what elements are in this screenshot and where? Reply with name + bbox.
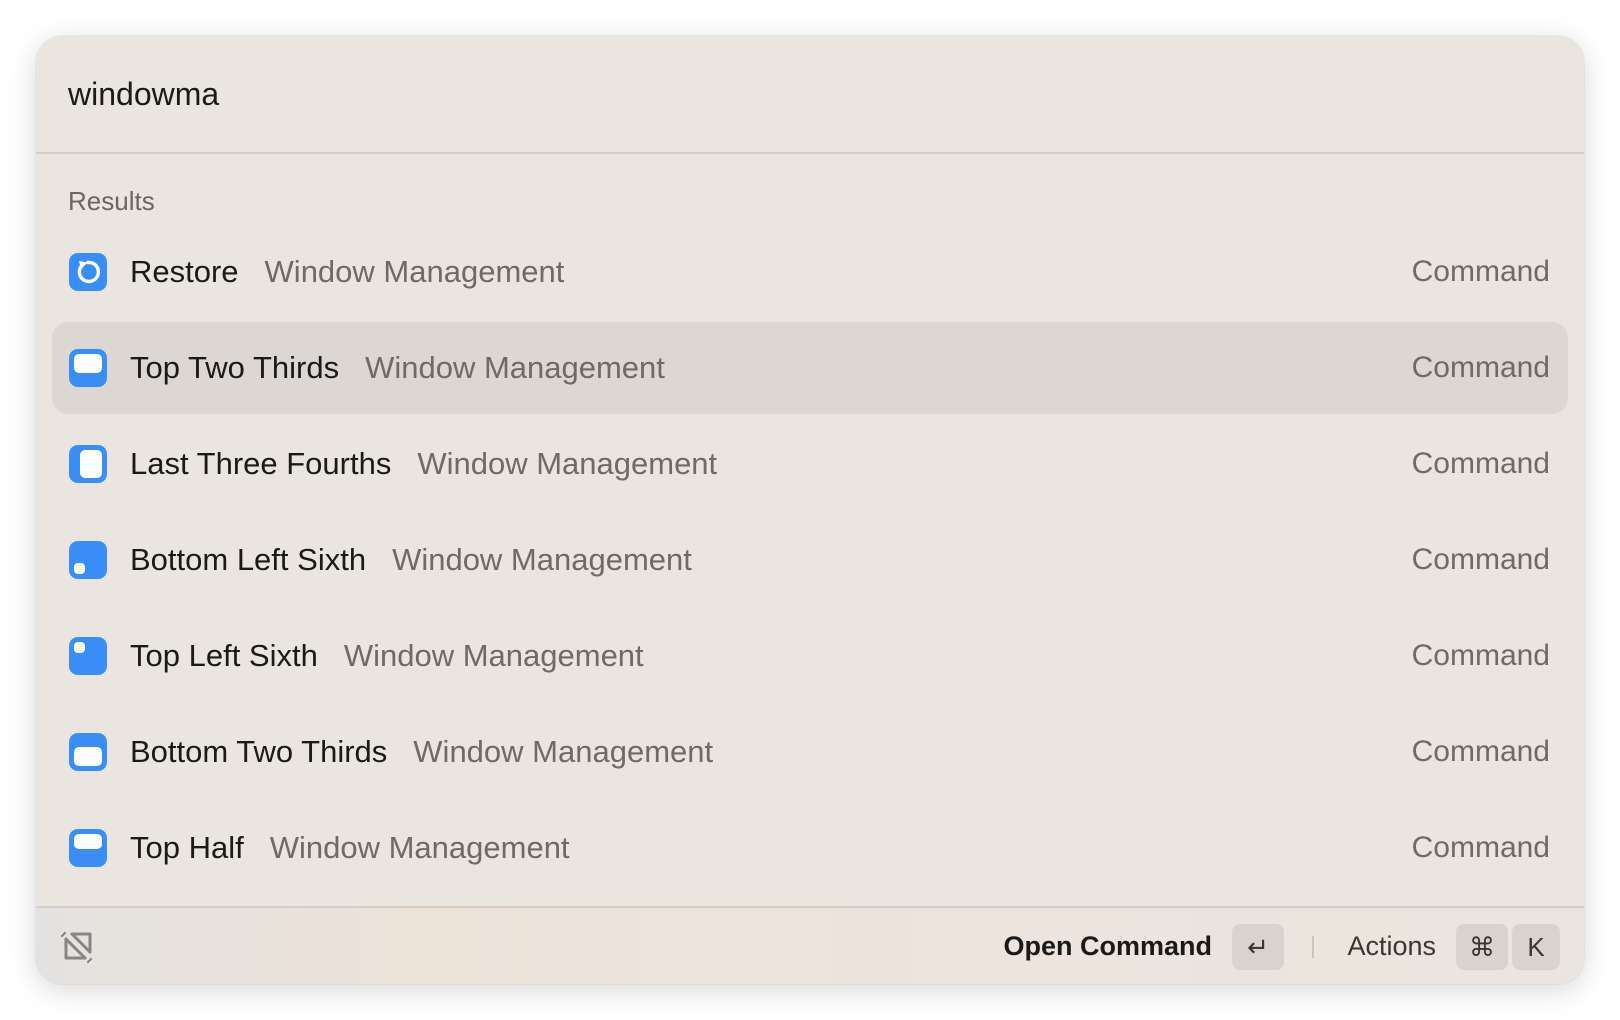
footer-divider xyxy=(1312,936,1314,958)
row-text: Top Half Window Management xyxy=(130,802,570,894)
top-half-icon xyxy=(69,829,107,867)
footer-bar: Open Command ↵ Actions ⌘ K xyxy=(36,906,1584,984)
result-title: Top Two Thirds xyxy=(130,350,340,385)
result-type: Command xyxy=(1411,351,1550,384)
row-text: Restore Window Management xyxy=(130,226,564,318)
result-row-bottom-two-thirds[interactable]: Bottom Two Thirds Window Management Comm… xyxy=(52,706,1568,798)
row-text: Last Three Fourths Window Management xyxy=(130,418,717,510)
result-type: Command xyxy=(1411,735,1550,768)
result-subtitle: Window Management xyxy=(269,830,570,865)
result-subtitle: Window Management xyxy=(365,350,665,385)
result-row-last-three-fourths[interactable]: Last Three Fourths Window Management Com… xyxy=(52,418,1568,510)
restore-icon xyxy=(69,253,107,291)
result-subtitle: Window Management xyxy=(413,734,714,769)
result-row-top-left-sixth[interactable]: Top Left Sixth Window Management Command xyxy=(52,610,1568,702)
row-text: Bottom Two Thirds Window Management xyxy=(130,706,713,798)
result-row-top-half[interactable]: Top Half Window Management Command xyxy=(52,802,1568,894)
result-row-top-two-thirds[interactable]: Top Two Thirds Window Management Command xyxy=(52,322,1568,414)
bottom-left-sixth-icon xyxy=(69,541,107,579)
result-type: Command xyxy=(1411,447,1550,480)
result-subtitle: Window Management xyxy=(343,638,644,673)
section-label: Results xyxy=(68,186,155,216)
result-title: Restore xyxy=(130,254,239,289)
result-title: Last Three Fourths xyxy=(130,446,392,481)
top-left-sixth-icon xyxy=(69,637,107,675)
result-row-restore[interactable]: Restore Window Management Command xyxy=(52,226,1568,318)
enter-key-hint: ↵ xyxy=(1232,924,1284,970)
raycast-logo-icon xyxy=(60,931,93,964)
result-subtitle: Window Management xyxy=(417,446,718,481)
k-key-hint: K xyxy=(1512,924,1560,970)
result-row-bottom-left-sixth[interactable]: Bottom Left Sixth Window Management Comm… xyxy=(52,514,1568,606)
result-title: Top Left Sixth xyxy=(130,638,318,673)
search-input[interactable] xyxy=(68,68,1468,120)
result-type: Command xyxy=(1411,639,1550,672)
result-title: Bottom Two Thirds xyxy=(130,734,388,769)
result-type: Command xyxy=(1411,255,1550,288)
result-subtitle: Window Management xyxy=(392,542,692,577)
results-list: Restore Window Management Command Top Tw… xyxy=(52,226,1568,898)
result-type: Command xyxy=(1411,831,1550,864)
last-three-fourths-icon xyxy=(69,445,107,483)
row-text: Bottom Left Sixth Window Management xyxy=(130,514,692,606)
result-type: Command xyxy=(1411,543,1550,576)
launcher-window: Results Restore Window Management Comman… xyxy=(36,36,1584,984)
result-title: Bottom Left Sixth xyxy=(130,542,367,577)
row-text: Top Left Sixth Window Management xyxy=(130,610,644,702)
row-text: Top Two Thirds Window Management xyxy=(130,322,665,414)
search-bar xyxy=(36,36,1584,154)
actions-button[interactable]: Actions xyxy=(1347,908,1436,984)
result-subtitle: Window Management xyxy=(264,254,565,289)
top-two-thirds-icon xyxy=(69,349,107,387)
command-key-hint: ⌘ xyxy=(1456,924,1508,970)
bottom-two-thirds-icon xyxy=(69,733,107,771)
open-command-button[interactable]: Open Command xyxy=(1003,908,1212,984)
result-title: Top Half xyxy=(130,830,244,865)
